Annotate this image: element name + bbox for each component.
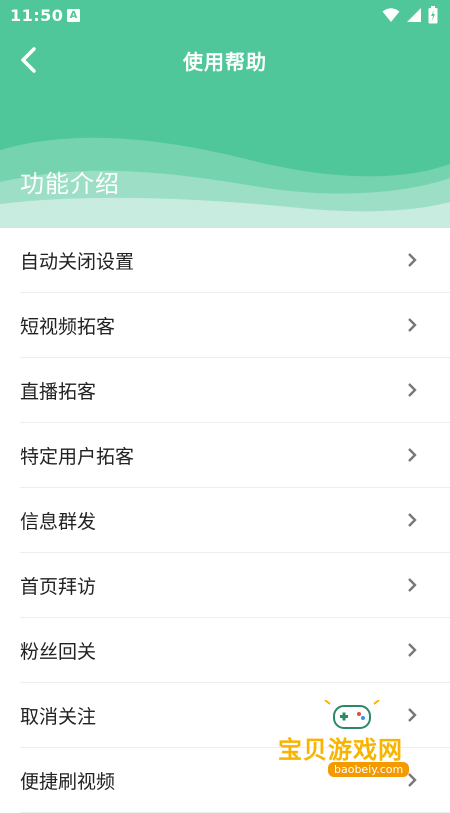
menu-item-short-video[interactable]: 短视频拓客 bbox=[20, 293, 450, 358]
menu-item-label: 粉丝回关 bbox=[20, 640, 97, 663]
menu-item-live-stream[interactable]: 直播拓客 bbox=[20, 358, 450, 423]
notification-badge: A bbox=[67, 9, 80, 22]
menu-item-mass-message[interactable]: 信息群发 bbox=[20, 488, 450, 553]
chevron-right-icon bbox=[408, 253, 417, 267]
chevron-right-icon bbox=[408, 448, 417, 462]
header: 使用帮助 功能介绍 bbox=[0, 32, 450, 228]
menu-item-label: 便捷刷视频 bbox=[20, 770, 116, 793]
battery-icon bbox=[428, 6, 438, 24]
menu-item-label: 取消关注 bbox=[20, 705, 97, 728]
menu-item-label: 直播拓客 bbox=[20, 380, 97, 403]
signal-icon bbox=[407, 8, 421, 22]
watermark-url: baobeiy.com bbox=[328, 762, 410, 777]
status-icons bbox=[382, 6, 438, 24]
chevron-right-icon bbox=[408, 513, 417, 527]
chevron-right-icon bbox=[408, 578, 417, 592]
menu-item-label: 短视频拓客 bbox=[20, 315, 116, 338]
menu-item-label: 信息群发 bbox=[20, 510, 97, 533]
menu-item-label: 自动关闭设置 bbox=[20, 250, 135, 273]
menu-item-specific-users[interactable]: 特定用户拓客 bbox=[20, 423, 450, 488]
section-title: 功能介绍 bbox=[20, 170, 120, 198]
menu-item-label: 特定用户拓客 bbox=[20, 445, 135, 468]
watermark: 宝贝游戏网 baobeiy.com bbox=[270, 700, 450, 790]
watermark-text: 宝贝游戏网 bbox=[278, 736, 403, 764]
chevron-right-icon bbox=[408, 383, 417, 397]
chevron-right-icon bbox=[408, 318, 417, 332]
page-title: 使用帮助 bbox=[183, 50, 267, 74]
menu-item-label: 首页拜访 bbox=[20, 575, 97, 598]
status-bar: 11:50 A bbox=[0, 0, 450, 32]
menu-item-follow-back[interactable]: 粉丝回关 bbox=[20, 618, 450, 683]
chevron-right-icon bbox=[408, 643, 417, 657]
menu-item-homepage-visit[interactable]: 首页拜访 bbox=[20, 553, 450, 618]
menu-item-auto-close-settings[interactable]: 自动关闭设置 bbox=[20, 228, 450, 293]
status-time: 11:50 bbox=[10, 6, 64, 25]
wifi-icon bbox=[382, 8, 400, 22]
gamepad-icon bbox=[324, 700, 380, 729]
